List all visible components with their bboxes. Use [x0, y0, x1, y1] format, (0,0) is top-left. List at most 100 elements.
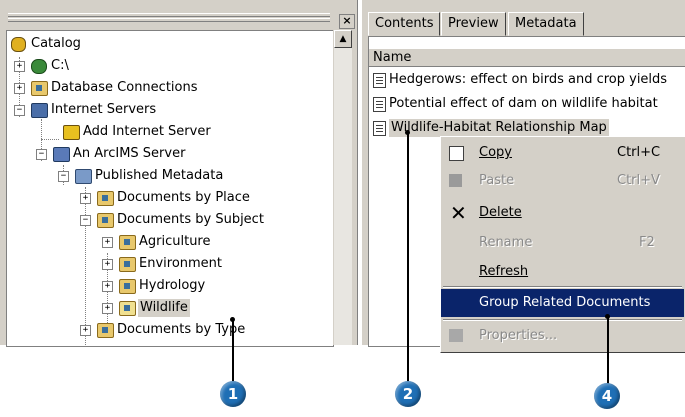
database-folder-icon [31, 81, 48, 96]
grip-line [8, 18, 330, 22]
collapse-icon[interactable]: − [58, 171, 69, 182]
catalog-tree-panel: × Catalog + C:\ + Database Connections − [0, 0, 358, 347]
copy-icon [449, 146, 464, 161]
menu-label: Paste [479, 173, 515, 188]
menu-item-group-related-documents[interactable]: Group Related Documents [441, 289, 684, 317]
catalog-tree: Catalog + C:\ + Database Connections − I… [6, 30, 334, 347]
menu-shortcut: Ctrl+C [617, 145, 661, 160]
tree-label: Documents by Place [117, 190, 250, 205]
menu-item-copy[interactable]: Copy Ctrl+C [441, 139, 684, 167]
menu-item-properties[interactable]: Properties... [441, 322, 684, 350]
vertical-scrollbar[interactable]: ▲ [333, 30, 352, 345]
tree-label-selected: Wildlife [138, 299, 190, 317]
callout-badge-4: 4 [594, 383, 620, 409]
tab-contents[interactable]: Contents [368, 12, 441, 36]
arcims-server-icon [53, 147, 70, 162]
expand-icon[interactable]: + [14, 83, 25, 94]
callout-badge-1: 1 [220, 381, 246, 407]
list-item-label: Wildlife-Habitat Relationship Map [389, 119, 609, 137]
callout-leader-dot [405, 130, 410, 135]
folder-icon [119, 257, 136, 272]
tree-item-wildlife[interactable]: + Wildlife [7, 297, 327, 319]
folder-icon [119, 235, 136, 250]
drive-globe-icon [31, 59, 47, 74]
tree-label: Documents by Type [117, 322, 246, 337]
tree-label: Add Internet Server [83, 124, 211, 139]
tree-label: C:\ [51, 58, 69, 73]
document-icon [373, 97, 386, 112]
tab-label: Metadata [515, 16, 577, 31]
menu-label: Properties... [479, 328, 558, 343]
menu-item-rename[interactable]: Rename F2 [441, 229, 684, 257]
folder-icon [97, 213, 114, 228]
paste-icon [449, 174, 462, 187]
tab-preview[interactable]: Preview [441, 12, 506, 36]
tree-label: Documents by Subject [117, 212, 264, 227]
scroll-up-arrow-icon[interactable]: ▲ [334, 30, 352, 48]
expand-icon[interactable]: + [80, 325, 91, 336]
expand-icon[interactable]: + [14, 61, 25, 72]
tree-label: Environment [139, 256, 223, 271]
tree-item-environment[interactable]: + Environment [7, 253, 327, 275]
tree-item-published-metadata[interactable]: − Published Metadata [7, 165, 327, 187]
expand-icon[interactable]: + [102, 303, 113, 314]
tree-item-catalog[interactable]: Catalog [7, 33, 327, 55]
collapse-icon[interactable]: − [80, 215, 91, 226]
tree-item-hydrology[interactable]: + Hydrology [7, 275, 327, 297]
menu-label: Rename [479, 235, 533, 250]
tree-item-database-connections[interactable]: + Database Connections [7, 77, 327, 99]
tree-item-documents-by-place[interactable]: + Documents by Place [7, 187, 327, 209]
collapse-icon[interactable]: − [14, 105, 25, 116]
open-folder-icon [119, 301, 136, 316]
tab-label: Contents [375, 16, 434, 31]
menu-separator [443, 319, 682, 321]
tree-item-add-internet-server[interactable]: Add Internet Server [7, 121, 327, 143]
menu-label: Group Related Documents [479, 295, 651, 310]
menu-shortcut: Ctrl+V [617, 173, 660, 188]
list-item[interactable]: Hedgerows: effect on birds and crop yiel… [369, 69, 685, 91]
catalog-icon [11, 37, 26, 52]
list-item[interactable]: Potential effect of dam on wildlife habi… [369, 93, 685, 115]
menu-item-delete[interactable]: ✕ Delete [441, 199, 684, 227]
callout-badge-2: 2 [395, 381, 421, 407]
menu-label: Refresh [479, 264, 529, 279]
tree-item-c-drive[interactable]: + C:\ [7, 55, 327, 77]
callout-leader-dot [605, 314, 610, 319]
tree-label: Catalog [31, 36, 81, 51]
menu-item-paste[interactable]: Paste Ctrl+V [441, 167, 684, 195]
menu-item-refresh[interactable]: Refresh [441, 258, 684, 286]
grip-line [8, 13, 330, 17]
folder-icon [97, 323, 114, 338]
callout-leader-dot [230, 317, 235, 322]
tree-label: Published Metadata [95, 168, 224, 183]
tree-item-agriculture[interactable]: + Agriculture [7, 231, 327, 253]
metadata-service-icon [75, 169, 92, 184]
panel-titlebar[interactable] [0, 0, 357, 28]
expand-icon[interactable]: + [102, 259, 113, 270]
collapse-icon[interactable]: − [36, 149, 47, 160]
tree-item-internet-servers[interactable]: − Internet Servers [7, 99, 327, 121]
column-header-name[interactable]: Name [369, 49, 685, 67]
delete-x-icon: ✕ [450, 201, 467, 225]
tab-metadata[interactable]: Metadata [508, 12, 584, 36]
callout-leader-line [607, 317, 609, 384]
close-icon[interactable]: × [339, 14, 355, 29]
callout-leader-line [232, 320, 234, 382]
tree-label: An ArcIMS Server [73, 146, 186, 161]
menu-separator [443, 286, 682, 288]
tree-item-documents-by-type[interactable]: + Documents by Type [7, 319, 327, 341]
tree-item-documents-by-subject[interactable]: − Documents by Subject [7, 209, 327, 231]
expand-icon[interactable]: + [102, 281, 113, 292]
expand-icon[interactable]: + [102, 237, 113, 248]
tree-label: Database Connections [51, 80, 198, 95]
context-menu: Copy Ctrl+C Paste Ctrl+V ✕ Delete Rename… [440, 136, 685, 353]
tab-label: Preview [448, 16, 499, 31]
server-icon [31, 103, 48, 118]
folder-icon [97, 191, 114, 206]
folder-icon [119, 279, 136, 294]
add-server-icon [63, 125, 80, 140]
expand-icon[interactable]: + [80, 193, 91, 204]
callout-leader-line [407, 133, 409, 382]
tree-label: Hydrology [139, 278, 206, 293]
tree-item-arcims-server[interactable]: − An ArcIMS Server [7, 143, 327, 165]
